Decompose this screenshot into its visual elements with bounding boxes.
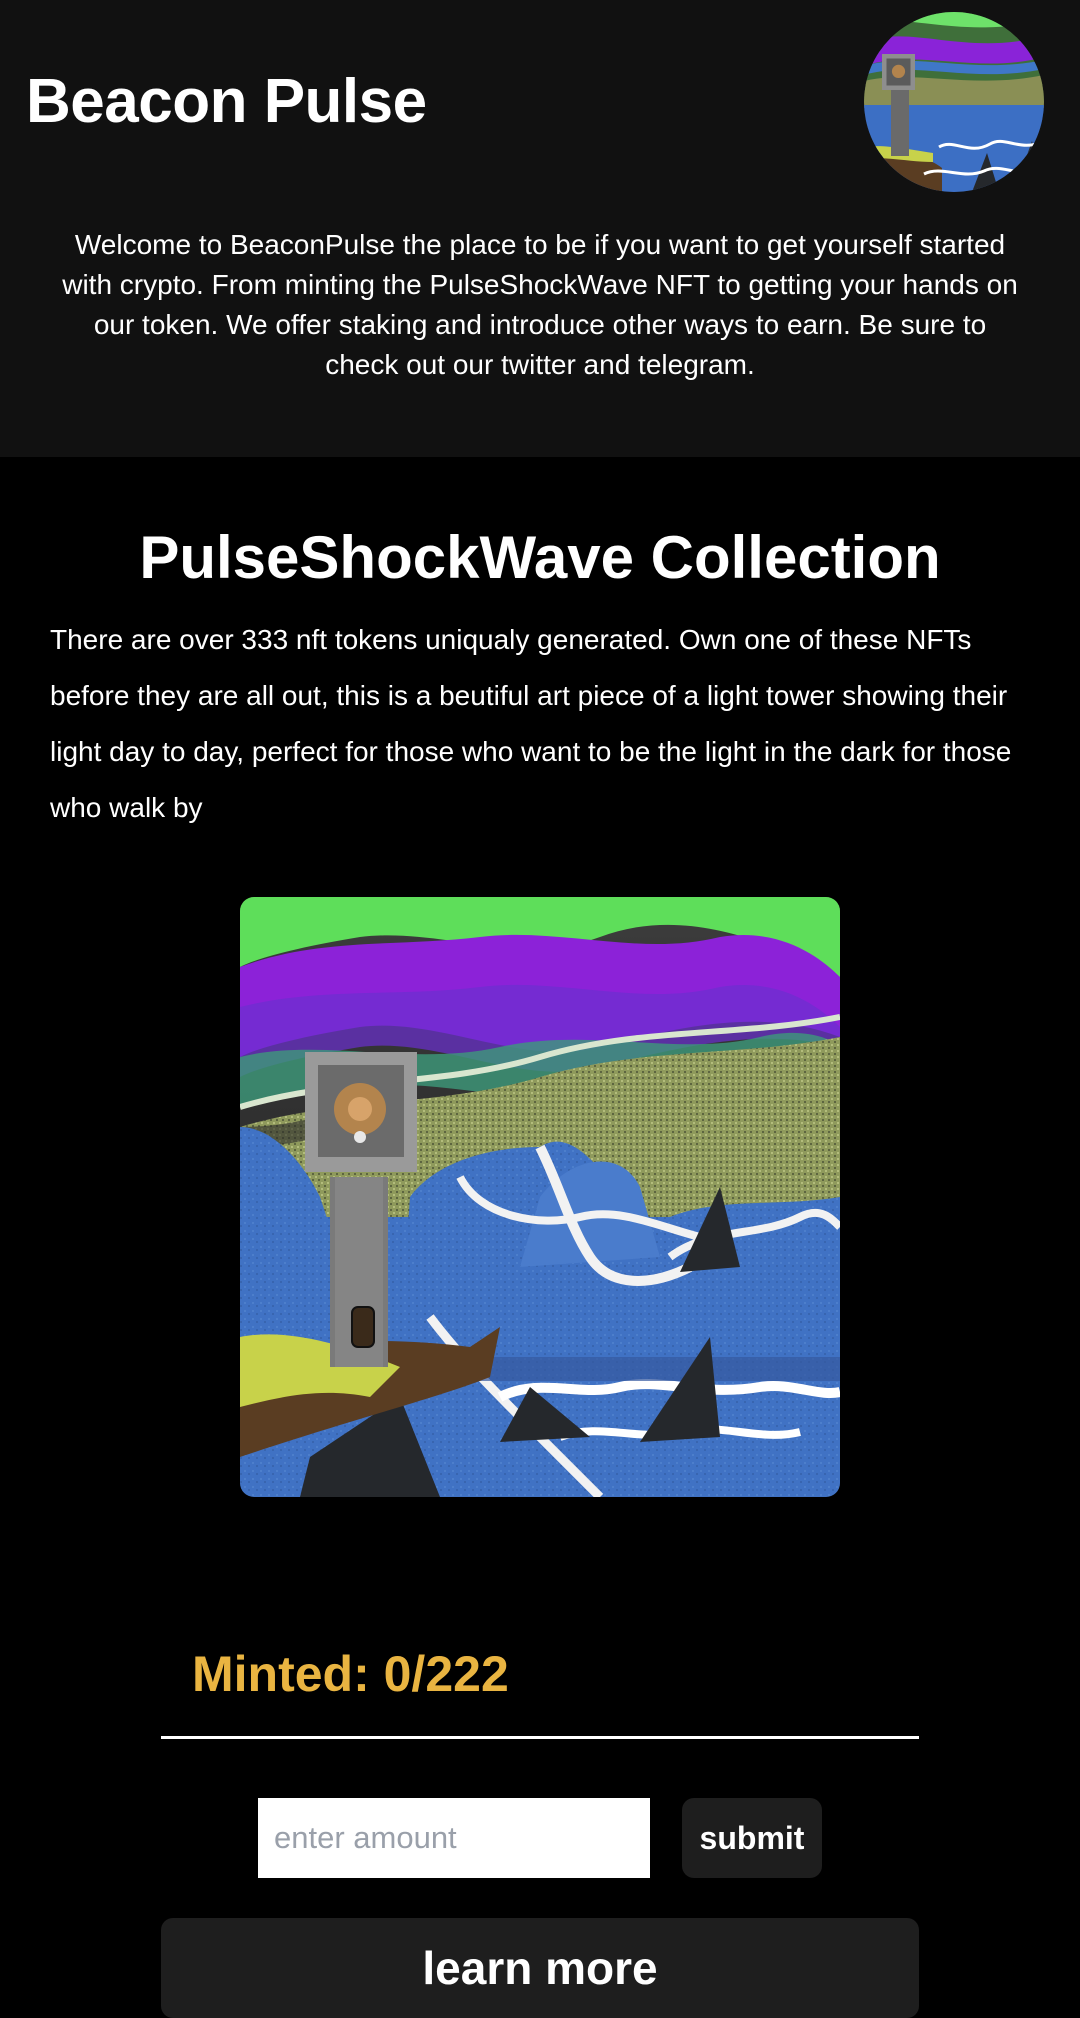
submit-button[interactable]: submit bbox=[682, 1798, 822, 1878]
avatar-nft-image bbox=[864, 12, 1044, 192]
collection-description: There are over 333 nft tokens uniqualy g… bbox=[50, 624, 1012, 823]
intro-text: Welcome to BeaconPulse the place to be i… bbox=[62, 229, 1018, 380]
amount-input[interactable] bbox=[258, 1798, 650, 1878]
minted-counter: Minted: 0/222 bbox=[192, 1646, 509, 1702]
divider bbox=[161, 1736, 919, 1739]
learn-more-button[interactable]: learn more bbox=[161, 1918, 919, 2018]
collection-title: PulseShockWave Collection bbox=[139, 524, 941, 591]
lighthouse-nft-artwork bbox=[240, 897, 840, 1497]
site-title: Beacon Pulse bbox=[26, 67, 427, 136]
nft-preview-image bbox=[240, 897, 840, 1497]
site-header: Beacon Pulse Welcome to BeaconPulse the … bbox=[0, 0, 1080, 457]
avatar[interactable] bbox=[864, 12, 1044, 192]
